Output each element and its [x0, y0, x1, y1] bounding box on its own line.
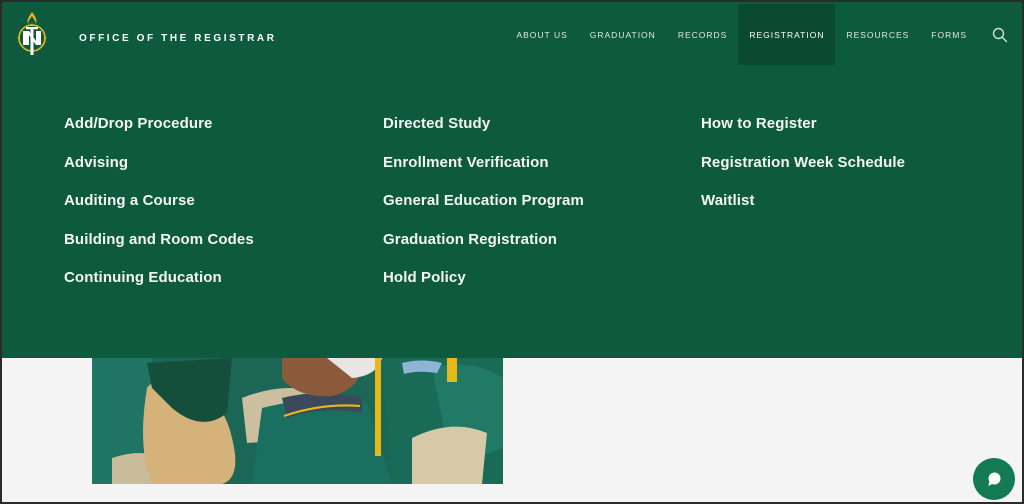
menu-link-add-drop-procedure[interactable]: Add/Drop Procedure: [64, 115, 254, 154]
menu-link-directed-study[interactable]: Directed Study: [383, 115, 584, 154]
page: OFFICE OF THE REGISTRAR ABOUT US GRADUAT…: [2, 2, 1022, 502]
menu-link-continuing-education[interactable]: Continuing Education: [64, 269, 254, 308]
menu-link-registration-week-schedule[interactable]: Registration Week Schedule: [701, 154, 905, 193]
menu-link-general-education-program[interactable]: General Education Program: [383, 192, 584, 231]
menu-link-how-to-register[interactable]: How to Register: [701, 115, 905, 154]
nav-item-registration[interactable]: REGISTRATION: [738, 4, 836, 65]
nav-item-graduation[interactable]: GRADUATION: [579, 4, 667, 65]
menu-link-building-and-room-codes[interactable]: Building and Room Codes: [64, 231, 254, 270]
hero-image-graduates: [92, 358, 503, 484]
menu-link-waitlist[interactable]: Waitlist: [701, 192, 905, 231]
menu-link-auditing-a-course[interactable]: Auditing a Course: [64, 192, 254, 231]
menu-link-enrollment-verification[interactable]: Enrollment Verification: [383, 154, 584, 193]
registration-mega-menu: Add/Drop Procedure Advising Auditing a C…: [2, 65, 1022, 358]
menu-link-advising[interactable]: Advising: [64, 154, 254, 193]
chat-button[interactable]: [973, 458, 1015, 500]
menu-column-1: Add/Drop Procedure Advising Auditing a C…: [64, 115, 254, 308]
menu-link-hold-policy[interactable]: Hold Policy: [383, 269, 584, 308]
search-button[interactable]: [978, 4, 1022, 65]
nav-item-about-us[interactable]: ABOUT US: [505, 4, 578, 65]
site-header: OFFICE OF THE REGISTRAR ABOUT US GRADUAT…: [2, 2, 1022, 65]
search-icon: [992, 27, 1008, 42]
nav-item-records[interactable]: RECORDS: [667, 4, 739, 65]
main-nav: ABOUT US GRADUATION RECORDS REGISTRATION…: [505, 4, 1022, 65]
site-title[interactable]: OFFICE OF THE REGISTRAR: [79, 33, 277, 44]
nav-item-forms[interactable]: FORMS: [920, 4, 978, 65]
menu-column-2: Directed Study Enrollment Verification G…: [383, 115, 584, 308]
menu-column-3: How to Register Registration Week Schedu…: [701, 115, 905, 231]
chat-bubble-icon: [988, 472, 1001, 486]
menu-link-graduation-registration[interactable]: Graduation Registration: [383, 231, 584, 270]
university-logo-icon[interactable]: [12, 10, 52, 58]
nav-item-resources[interactable]: RESOURCES: [835, 4, 920, 65]
